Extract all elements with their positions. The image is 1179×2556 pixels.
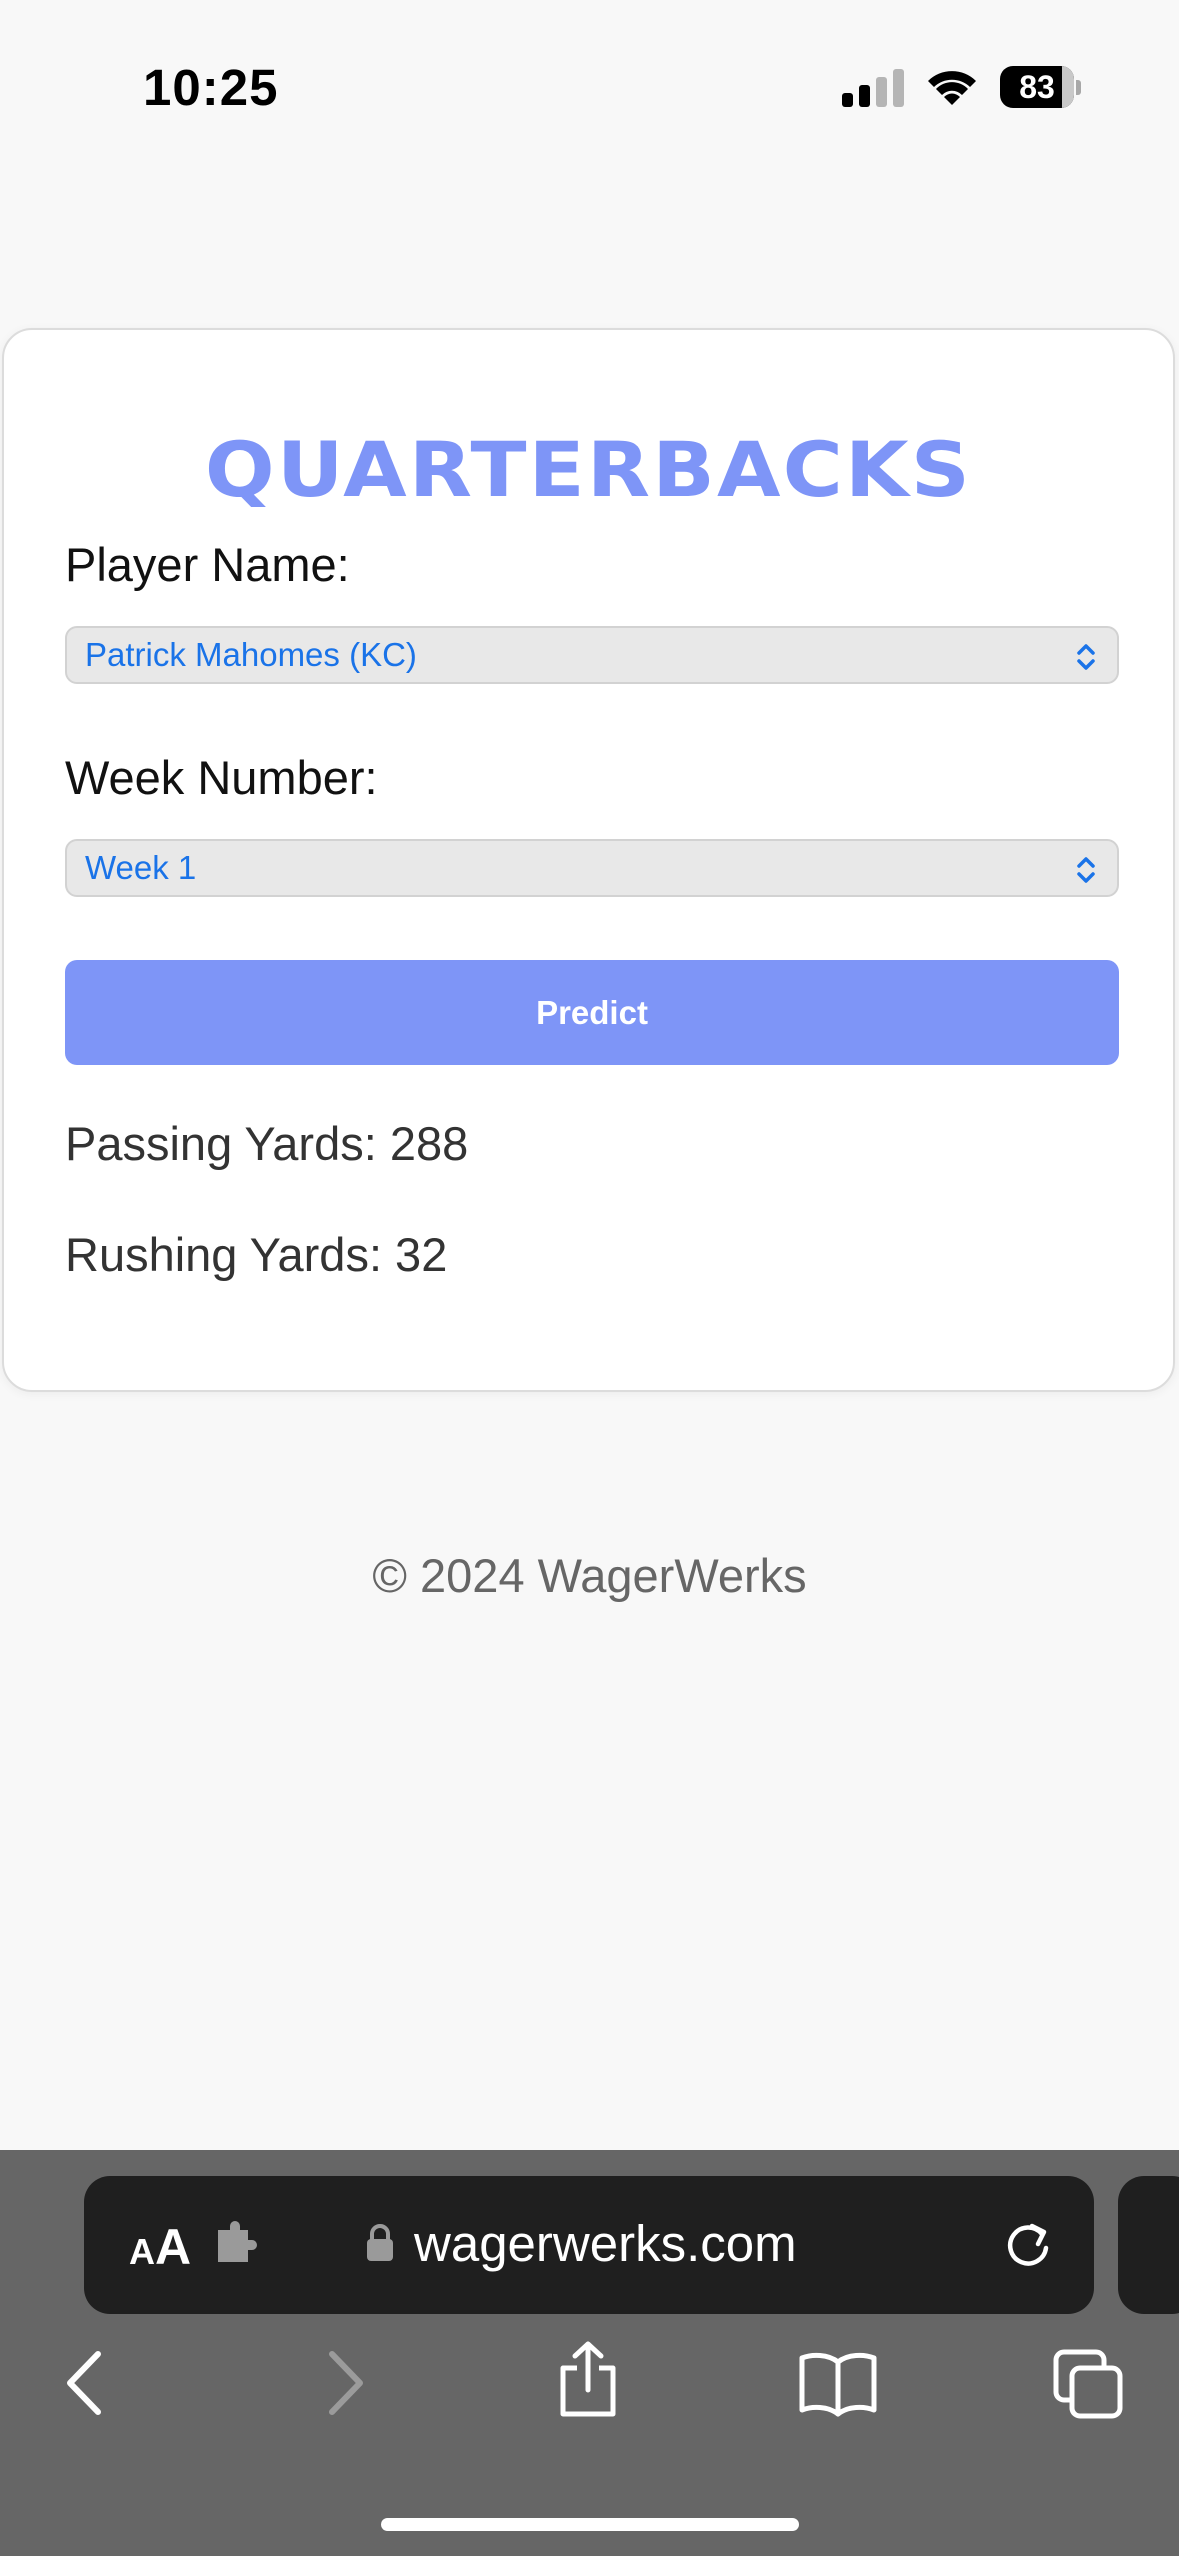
forward-icon[interactable] [318,2348,368,2418]
passing-yards-result: Passing Yards: 288 [65,1117,469,1170]
battery-icon: 83 [1000,66,1081,108]
player-name-label: Player Name: [65,538,350,591]
rushing-yards-result: Rushing Yards: 32 [65,1228,448,1281]
home-indicator[interactable] [381,2518,799,2531]
browser-toolbar: AA wagerwerks.com [0,2150,1179,2556]
select-chevron-icon [1077,857,1095,883]
status-icons: 83 [842,62,1081,112]
aa-large: A [155,2219,192,2275]
extension-icon[interactable] [212,2220,264,2268]
back-icon[interactable] [62,2348,112,2418]
bookmarks-icon[interactable] [798,2348,878,2418]
prediction-card: QUARTERBACKS Player Name: Patrick Mahome… [2,328,1175,1392]
aa-small: A [129,2231,155,2272]
week-number-select[interactable]: Week 1 [65,839,1119,897]
url-text[interactable]: wagerwerks.com [414,2214,797,2273]
wifi-icon [928,71,976,105]
week-number-value: Week 1 [85,849,197,886]
next-tab-preview[interactable] [1118,2176,1179,2314]
predict-button[interactable]: Predict [65,960,1119,1065]
player-name-select[interactable]: Patrick Mahomes (KC) [65,626,1119,684]
page-title: QUARTERBACKS [204,425,973,514]
cellular-signal-icon [842,67,904,107]
status-time: 10:25 [143,59,279,116]
select-chevron-icon [1077,644,1095,670]
reload-icon[interactable] [1002,2218,1056,2272]
footer-copyright: © 2024 WagerWerks [372,1549,807,1602]
lock-icon [367,2224,393,2261]
address-bar[interactable]: AA wagerwerks.com [84,2176,1094,2314]
week-number-label: Week Number: [65,751,378,804]
tabs-icon[interactable] [1052,2348,1126,2422]
share-icon[interactable] [555,2340,621,2420]
player-name-value: Patrick Mahomes (KC) [85,636,417,673]
reader-settings-button[interactable]: AA [129,2218,191,2276]
battery-level: 83 [1019,68,1055,105]
